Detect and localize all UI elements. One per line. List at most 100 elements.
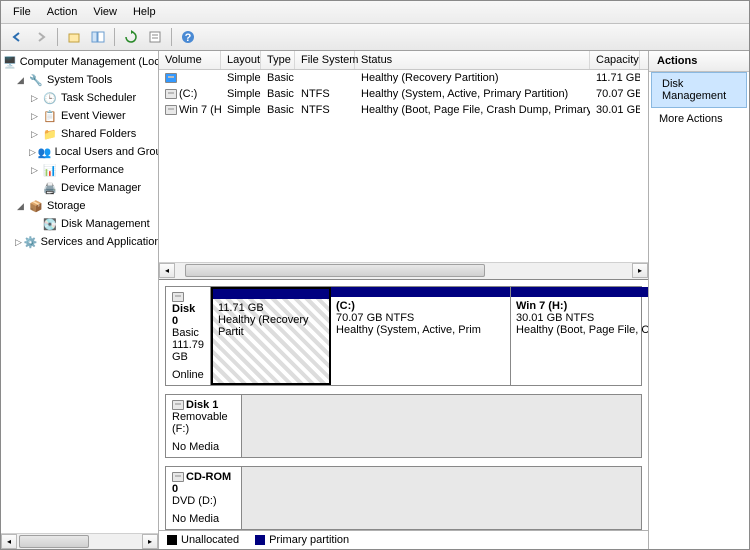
volume-type: Basic (261, 71, 295, 85)
menu-action[interactable]: Action (39, 3, 86, 21)
partition[interactable]: 11.71 GB Healthy (Recovery Partit (211, 287, 331, 385)
scroll-thumb[interactable] (19, 535, 89, 548)
volume-status: Healthy (System, Active, Primary Partiti… (355, 87, 590, 101)
volume-capacity: 30.01 GB (590, 103, 640, 117)
legend-primary: Primary partition (255, 534, 349, 546)
tree-storage[interactable]: ◢📦Storage (1, 197, 158, 215)
disk-type: Removable (F:) (172, 411, 235, 435)
col-type[interactable]: Type (261, 51, 295, 69)
tree-shared-folders[interactable]: ▷📁Shared Folders (1, 125, 158, 143)
disk-row: CD-ROM 0 DVD (D:) No Media (165, 466, 642, 530)
disk-info[interactable]: Disk 0 Basic 111.79 GB Online (166, 287, 211, 385)
volume-header-row: Volume Layout Type File System Status Ca… (159, 51, 648, 70)
collapse-icon[interactable]: ◢ (15, 75, 26, 86)
back-button[interactable] (7, 27, 27, 47)
disk-row: Disk 1 Removable (F:) No Media (165, 394, 642, 458)
volume-list: Volume Layout Type File System Status Ca… (159, 51, 648, 279)
scroll-thumb[interactable] (185, 264, 485, 277)
no-media-area (242, 467, 641, 529)
disk-icon (172, 400, 184, 410)
tree-performance[interactable]: ▷📊Performance (1, 161, 158, 179)
tree-label: Storage (47, 200, 86, 212)
svg-text:?: ? (185, 32, 192, 44)
scroll-right-icon[interactable]: ▸ (142, 534, 158, 549)
volume-row[interactable]: Win 7 (H:) Simple Basic NTFS Healthy (Bo… (159, 102, 648, 118)
perf-icon: 📊 (42, 162, 58, 178)
tree-services[interactable]: ▷⚙️Services and Applications (1, 233, 158, 251)
menu-view[interactable]: View (85, 3, 125, 21)
partition[interactable]: Win 7 (H:) 30.01 GB NTFS Healthy (Boot, … (511, 287, 648, 385)
tree-label: Computer Management (Local (20, 56, 159, 68)
action-more[interactable]: More Actions (649, 108, 749, 130)
show-hide-tree-icon[interactable] (88, 27, 108, 47)
col-status[interactable]: Status (355, 51, 590, 69)
scroll-left-icon[interactable]: ◂ (159, 263, 175, 278)
tree-label: Performance (61, 164, 124, 176)
partition-label: Win 7 (H:) (516, 300, 648, 312)
tree-disk-management[interactable]: 💽Disk Management (1, 215, 158, 233)
menu-help[interactable]: Help (125, 3, 164, 21)
folder-icon: 📁 (42, 126, 58, 142)
volume-row[interactable]: (C:) Simple Basic NTFS Healthy (System, … (159, 86, 648, 102)
refresh-icon[interactable] (121, 27, 141, 47)
disk-state: No Media (172, 441, 235, 453)
tree-root[interactable]: 🖥️Computer Management (Local (1, 53, 158, 71)
volume-h-scrollbar[interactable]: ◂ ▸ (159, 262, 648, 279)
disk-state: No Media (172, 513, 235, 525)
disk-icon (172, 472, 184, 482)
volume-fs: NTFS (295, 103, 355, 117)
volume-capacity: 70.07 GB (590, 87, 640, 101)
properties-icon[interactable] (145, 27, 165, 47)
volume-status: Healthy (Boot, Page File, Crash Dump, Pr… (355, 103, 590, 117)
disk-icon (172, 292, 184, 302)
toolbar: ? (1, 24, 749, 51)
partition-size: 30.01 GB NTFS (516, 312, 648, 324)
disk-info[interactable]: CD-ROM 0 DVD (D:) No Media (166, 467, 242, 529)
tools-icon: 🔧 (28, 72, 44, 88)
disk-type: Basic (172, 327, 204, 339)
tree-h-scrollbar[interactable]: ◂ ▸ (1, 533, 158, 549)
up-icon[interactable] (64, 27, 84, 47)
collapse-icon[interactable]: ◢ (15, 201, 26, 212)
scroll-left-icon[interactable]: ◂ (1, 534, 17, 549)
expand-icon[interactable]: ▷ (29, 165, 40, 176)
navigation-tree: 🖥️Computer Management (Local ◢🔧System To… (1, 51, 159, 549)
action-disk-management[interactable]: Disk Management (651, 72, 747, 108)
help-icon[interactable]: ? (178, 27, 198, 47)
forward-button[interactable] (31, 27, 51, 47)
volume-layout: Simple (221, 103, 261, 117)
col-capacity[interactable]: Capacity (590, 51, 640, 69)
computer-icon: 🖥️ (3, 54, 17, 70)
tree-label: Disk Management (61, 218, 150, 230)
disk-info[interactable]: Disk 1 Removable (F:) No Media (166, 395, 242, 457)
disk-size: 111.79 GB (172, 339, 204, 363)
clock-icon: 🕒 (42, 90, 58, 106)
expand-icon[interactable]: ▷ (29, 93, 40, 104)
partition[interactable]: (C:) 70.07 GB NTFS Healthy (System, Acti… (331, 287, 511, 385)
volume-layout: Simple (221, 71, 261, 85)
device-icon: 🖨️ (42, 180, 58, 196)
tree-label: Event Viewer (61, 110, 126, 122)
col-filesystem[interactable]: File System (295, 51, 355, 69)
expand-icon[interactable]: ▷ (29, 147, 36, 158)
volume-name: Win 7 (H:) (179, 104, 221, 116)
expand-icon[interactable]: ▷ (29, 129, 40, 140)
tree-label: Local Users and Groups (55, 146, 159, 158)
partition-desc: Healthy (Boot, Page File, Cr (516, 324, 648, 336)
menu-file[interactable]: File (5, 3, 39, 21)
volume-row[interactable]: Simple Basic Healthy (Recovery Partition… (159, 70, 648, 86)
col-layout[interactable]: Layout (221, 51, 261, 69)
tree-system-tools[interactable]: ◢🔧System Tools (1, 71, 158, 89)
tree-device-manager[interactable]: 🖨️Device Manager (1, 179, 158, 197)
disk-icon: 💽 (42, 216, 58, 232)
storage-icon: 📦 (28, 198, 44, 214)
tree-task-scheduler[interactable]: ▷🕒Task Scheduler (1, 89, 158, 107)
col-volume[interactable]: Volume (159, 51, 221, 69)
scroll-right-icon[interactable]: ▸ (632, 263, 648, 278)
tree-label: System Tools (47, 74, 112, 86)
disk-name: Disk 1 (186, 399, 218, 411)
tree-local-users[interactable]: ▷👥Local Users and Groups (1, 143, 158, 161)
expand-icon[interactable]: ▷ (15, 237, 22, 248)
expand-icon[interactable]: ▷ (29, 111, 40, 122)
tree-event-viewer[interactable]: ▷📋Event Viewer (1, 107, 158, 125)
